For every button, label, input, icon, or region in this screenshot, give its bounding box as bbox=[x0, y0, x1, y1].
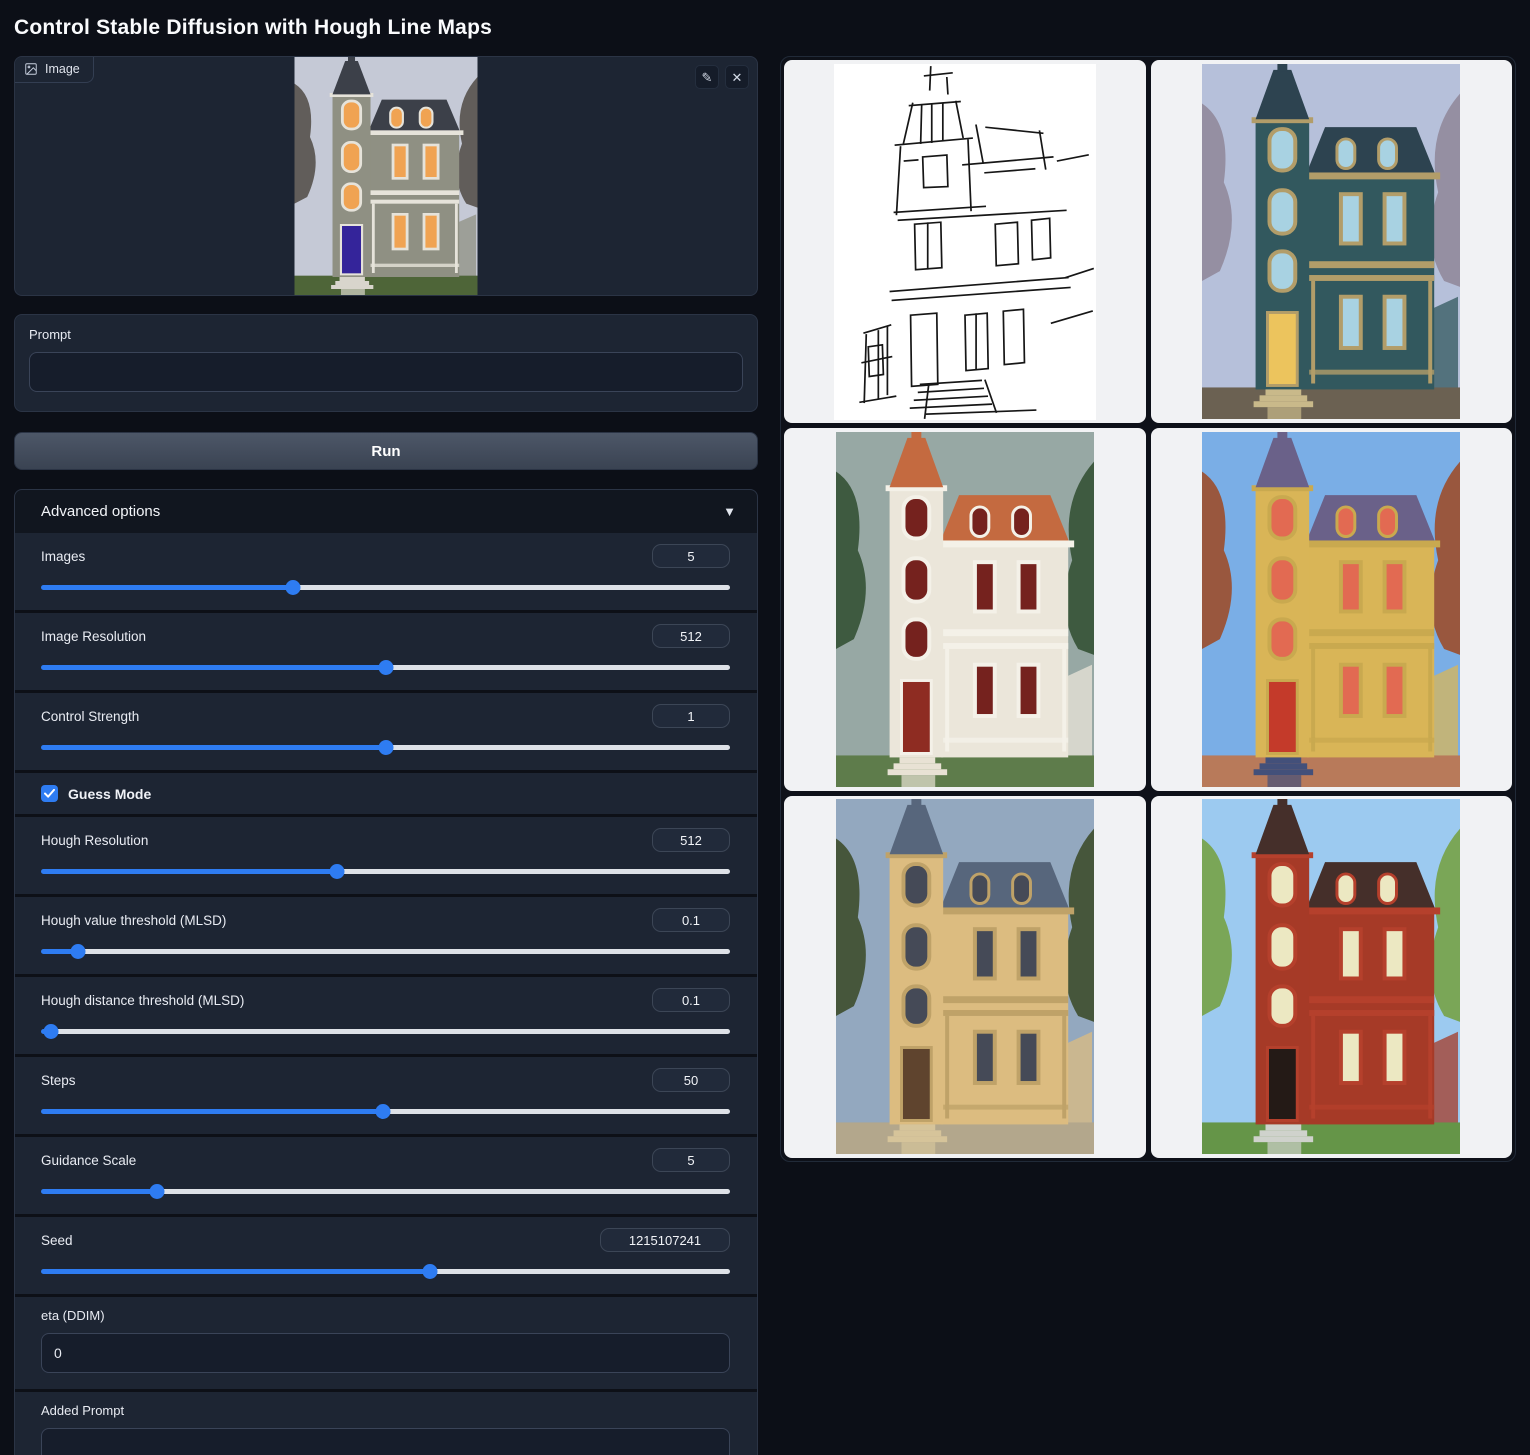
guess-mode-label[interactable]: Guess Mode bbox=[68, 786, 151, 802]
page-title: Control Stable Diffusion with Hough Line… bbox=[14, 16, 1516, 40]
slider-label: Seed bbox=[41, 1233, 73, 1248]
results-column bbox=[780, 56, 1516, 1162]
prompt-label: Prompt bbox=[29, 327, 743, 342]
gallery-item-red-brick-house[interactable] bbox=[1151, 796, 1513, 1158]
golden-victorian-painting bbox=[836, 799, 1094, 1154]
slider-thumb[interactable] bbox=[330, 864, 345, 879]
yellow-victorian-painting bbox=[1202, 432, 1460, 787]
slider-control[interactable] bbox=[41, 1264, 730, 1279]
slider-value-input[interactable]: 5 bbox=[652, 544, 730, 568]
advanced-options-header[interactable]: Advanced options ▼ bbox=[15, 490, 757, 533]
slider-label: Hough value threshold (MLSD) bbox=[41, 913, 226, 928]
chevron-down-icon: ▼ bbox=[723, 504, 736, 519]
slider-label: Hough distance threshold (MLSD) bbox=[41, 993, 244, 1008]
app-page: Control Stable Diffusion with Hough Line… bbox=[0, 0, 1530, 1455]
slider-thumb[interactable] bbox=[375, 1104, 390, 1119]
advanced-options-panel: Advanced options ▼ Images 5 Image Resolu… bbox=[14, 489, 758, 1455]
hough-line-map-image bbox=[834, 64, 1096, 420]
slider-label: Image Resolution bbox=[41, 629, 146, 644]
slider-value-input[interactable]: 5 bbox=[652, 1148, 730, 1172]
slider-label: Steps bbox=[41, 1073, 76, 1088]
slider-thumb[interactable] bbox=[71, 944, 86, 959]
input-image-panel[interactable]: Image ✎ ✕ bbox=[14, 56, 758, 296]
slider-value-input[interactable]: 1 bbox=[652, 704, 730, 728]
pencil-icon: ✎ bbox=[702, 71, 713, 84]
added-prompt-input[interactable] bbox=[41, 1428, 730, 1455]
slider-steps: Steps 50 bbox=[15, 1057, 757, 1134]
gallery-item-yellow-house[interactable] bbox=[1151, 428, 1513, 790]
close-icon: ✕ bbox=[732, 71, 743, 84]
slider-hough-resolution: Hough Resolution 512 bbox=[15, 817, 757, 894]
slider-value-input[interactable]: 50 bbox=[652, 1068, 730, 1092]
slider-control[interactable] bbox=[41, 740, 730, 755]
slider-track[interactable] bbox=[41, 585, 730, 590]
slider-thumb[interactable] bbox=[150, 1184, 165, 1199]
eta-ddim-label: eta (DDIM) bbox=[41, 1308, 730, 1323]
image-tab-label: Image bbox=[45, 62, 80, 76]
victorian-house-photo bbox=[295, 57, 478, 296]
prompt-panel: Prompt bbox=[14, 314, 758, 412]
slider-track[interactable] bbox=[41, 869, 730, 874]
slider-control[interactable] bbox=[41, 660, 730, 675]
slider-label: Guidance Scale bbox=[41, 1153, 136, 1168]
slider-track[interactable] bbox=[41, 1189, 730, 1194]
slider-control-strength: Control Strength 1 bbox=[15, 693, 757, 770]
added-prompt-field: Added Prompt bbox=[15, 1392, 757, 1455]
slider-thumb[interactable] bbox=[378, 660, 393, 675]
run-button[interactable]: Run bbox=[14, 432, 758, 470]
gallery-item-white-house[interactable] bbox=[784, 428, 1146, 790]
slider-control[interactable] bbox=[41, 944, 730, 959]
image-tab: Image bbox=[15, 57, 94, 83]
red-brick-victorian-painting bbox=[1202, 799, 1460, 1154]
slider-value-input[interactable]: 512 bbox=[652, 828, 730, 852]
slider-thumb[interactable] bbox=[44, 1024, 59, 1039]
slider-images: Images 5 bbox=[15, 533, 757, 610]
slider-control[interactable] bbox=[41, 864, 730, 879]
slider-track[interactable] bbox=[41, 1269, 730, 1274]
slider-label: Images bbox=[41, 549, 85, 564]
teal-victorian-painting bbox=[1202, 64, 1460, 419]
edit-image-button[interactable]: ✎ bbox=[695, 65, 719, 89]
slider-control[interactable] bbox=[41, 1104, 730, 1119]
slider-control[interactable] bbox=[41, 580, 730, 595]
slider-thumb[interactable] bbox=[378, 740, 393, 755]
eta-ddim-field: eta (DDIM) bbox=[15, 1297, 757, 1389]
slider-value-input[interactable]: 1215107241 bbox=[600, 1228, 730, 1252]
slider-value-input[interactable]: 0.1 bbox=[652, 988, 730, 1012]
slider-label: Control Strength bbox=[41, 709, 139, 724]
added-prompt-label: Added Prompt bbox=[41, 1403, 730, 1418]
clear-image-button[interactable]: ✕ bbox=[725, 65, 749, 89]
slider-image-resolution: Image Resolution 512 bbox=[15, 613, 757, 690]
gallery-item-teal-house[interactable] bbox=[1151, 60, 1513, 423]
slider-thumb[interactable] bbox=[423, 1264, 438, 1279]
slider-value-input[interactable]: 512 bbox=[652, 624, 730, 648]
gallery-item-hough-line-map[interactable] bbox=[784, 60, 1146, 423]
slider-hough-value-threshold: Hough value threshold (MLSD) 0.1 bbox=[15, 897, 757, 974]
slider-value-input[interactable]: 0.1 bbox=[652, 908, 730, 932]
check-icon bbox=[44, 789, 55, 798]
slider-control[interactable] bbox=[41, 1184, 730, 1199]
gallery-item-golden-house[interactable] bbox=[784, 796, 1146, 1158]
advanced-options-title: Advanced options bbox=[41, 503, 160, 520]
slider-track[interactable] bbox=[41, 949, 730, 954]
prompt-input[interactable] bbox=[29, 352, 743, 392]
input-image-preview[interactable] bbox=[295, 57, 478, 296]
slider-track[interactable] bbox=[41, 1029, 730, 1034]
slider-control[interactable] bbox=[41, 1024, 730, 1039]
image-icon bbox=[24, 62, 38, 76]
output-gallery bbox=[780, 56, 1516, 1162]
slider-thumb[interactable] bbox=[286, 580, 301, 595]
guess-mode-row: Guess Mode bbox=[15, 773, 757, 814]
slider-seed: Seed 1215107241 bbox=[15, 1217, 757, 1294]
slider-hough-distance-threshold: Hough distance threshold (MLSD) 0.1 bbox=[15, 977, 757, 1054]
guess-mode-checkbox[interactable] bbox=[41, 785, 58, 802]
eta-ddim-input[interactable] bbox=[41, 1333, 730, 1373]
slider-label: Hough Resolution bbox=[41, 833, 148, 848]
white-victorian-painting bbox=[836, 432, 1094, 787]
slider-guidance-scale: Guidance Scale 5 bbox=[15, 1137, 757, 1214]
controls-column: Image ✎ ✕ Prompt Run Advanced options ▼ bbox=[14, 56, 758, 1455]
